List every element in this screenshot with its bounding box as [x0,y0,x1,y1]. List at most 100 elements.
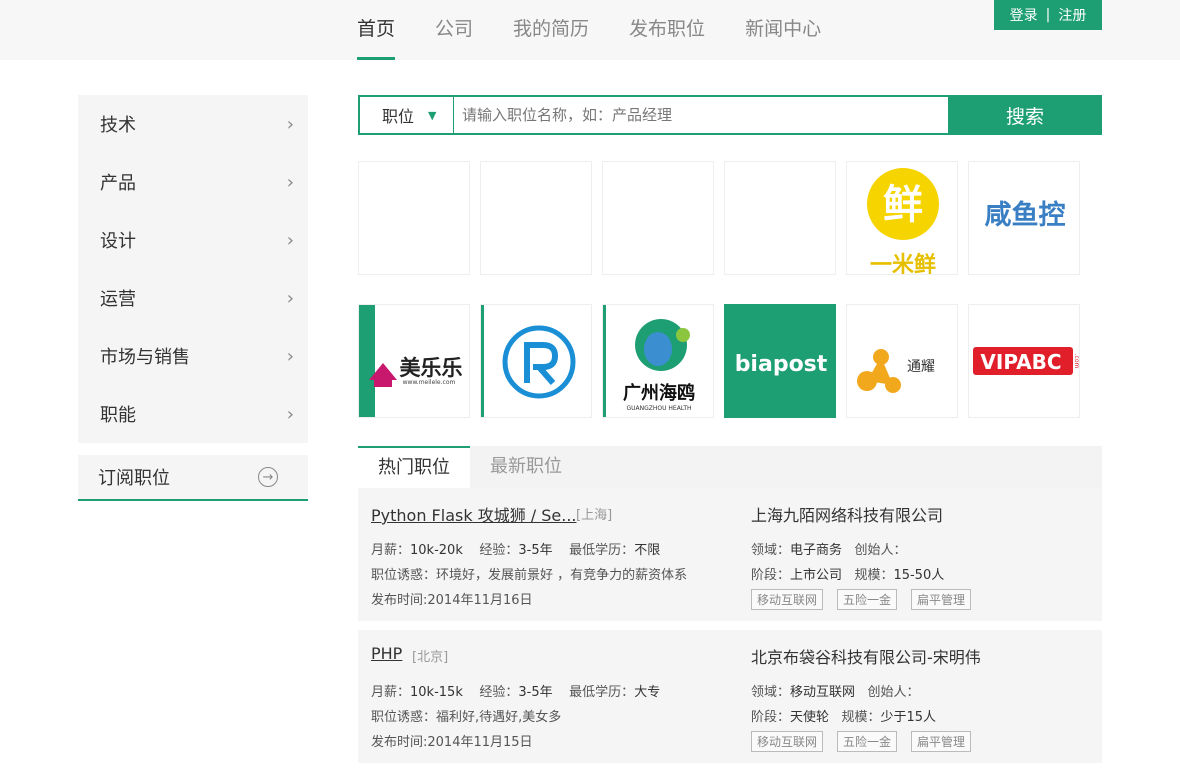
salary-value: 10k-15k [410,685,463,700]
xianyukong-name: 咸鱼控 [985,200,1066,231]
nav-companies[interactable]: 公司 [435,0,473,60]
nav-home[interactable]: 首页 [357,0,396,60]
stage-value: 天使轮 [790,710,830,725]
job-perks: 职位诱惑：福利好,待遇好,美女多 [371,710,562,725]
stage-label: 阶段： [751,710,791,725]
company-logo-empty[interactable] [480,161,592,275]
company-logo-meilele[interactable]: 美乐乐 www.meilele.com [358,304,470,418]
login-link[interactable]: 登录 [1010,5,1038,25]
chevron-right-icon: › [286,229,294,251]
company-logo-xianyukong[interactable]: 咸鱼控 [968,161,1080,275]
job-tabs: 热门职位 最新职位 [358,446,1102,488]
salary-label: 月薪： [371,685,411,700]
company-logo-empty[interactable] [358,161,470,275]
auth-separator: | [1045,7,1051,23]
search-button[interactable]: 搜索 [948,95,1102,135]
job-posted-date: 发布时间:2014年11月16日 [371,593,533,608]
yimixian-name: 一米鲜 [870,253,936,275]
nav-post-job[interactable]: 发布职位 [629,0,705,60]
sidebar-item-product[interactable]: 产品 › [78,153,308,211]
company-tags: 移动互联网 五险一金 扁平管理 [751,589,985,610]
sidebar-item-marketing-sales[interactable]: 市场与销售 › [78,327,308,385]
pr-circle-logo [502,325,576,399]
job-title-link[interactable]: PHP [371,644,402,663]
job-requirements: 月薪：10k-20k 经验：3-5年 最低学历：不限 [371,539,660,558]
salary-label: 月薪： [371,543,411,558]
nav-news[interactable]: 新闻中心 [745,0,821,60]
company-name-link[interactable]: 北京布袋谷科技有限公司-宋明伟 [751,644,981,668]
meilele-name: 美乐乐 [400,356,463,380]
sidebar-item-label: 市场与销售 [100,347,190,368]
company-domain: 领域：移动互联网 创始人： [751,681,919,700]
sidebar-item-design[interactable]: 设计 › [78,211,308,269]
company-logo-tongyao[interactable]: 通耀 [846,304,958,418]
sidebar-item-label: 运营 [100,289,136,310]
company-logo-empty[interactable] [602,161,714,275]
education-value: 不限 [634,543,661,558]
job-title-link[interactable]: Python Flask 攻城狮 / Se... [371,502,577,526]
company-domain: 领域：电子商务 创始人： [751,539,906,558]
main-nav: 首页 公司 我的简历 发布职位 新闻中心 [357,0,861,60]
scale-label: 规模： [841,710,881,725]
yimixian-char: 鲜 [883,182,923,228]
category-sidebar: 技术 › 产品 › 设计 › 运营 › 市场与销售 › 职能 › [78,95,308,443]
auth-box: 登录 | 注册 [994,0,1102,30]
sidebar-item-functions[interactable]: 职能 › [78,385,308,443]
education-label: 最低学历： [569,543,635,558]
company-logo-pr[interactable] [480,304,592,418]
company-logo-yimixian[interactable]: 鲜 一米鲜 [846,161,958,275]
job-city: [北京] [412,650,449,665]
chevron-right-icon: › [286,113,294,135]
scale-value: 15-50人 [893,568,945,583]
sidebar-item-label: 职能 [100,405,136,426]
company-tags: 移动互联网 五险一金 扁平管理 [751,731,985,752]
yimixian-logo: 鲜 一米鲜 [867,168,939,275]
company-logo-guangzhou-haiou[interactable]: 广州海鸥 GUANGZHOU HEALTH [602,304,714,418]
biapost-logo: biapost [735,352,828,377]
nav-my-resume[interactable]: 我的简历 [513,0,589,60]
domain-value: 移动互联网 [790,685,856,700]
tongyao-name: 通耀 [907,359,935,375]
founder-label: 创始人： [867,685,920,700]
vipabc-logo: VIPABC .com [973,347,1079,375]
meilele-url: www.meilele.com [403,379,456,386]
sidebar-item-label: 设计 [100,231,136,252]
scale-value: 少于15人 [880,710,936,725]
company-logo-vipabc[interactable]: VIPABC .com [968,304,1080,418]
tab-hot-jobs[interactable]: 热门职位 [358,446,470,488]
job-posted-date: 发布时间:2014年11月15日 [371,735,533,750]
search-bar: 职位 ▼ 搜索 [358,95,1102,135]
company-stage: 阶段：上市公司 规模：15-50人 [751,564,944,583]
search-type-select[interactable]: 职位 ▼ [358,95,454,135]
company-name-link[interactable]: 上海九陌网络科技有限公司 [751,502,943,526]
guangzhou-haiou-logo: 广州海鸥 GUANGZHOU HEALTH [623,319,695,412]
guangzhou-haiou-en: GUANGZHOU HEALTH [626,405,691,412]
meilele-logo: 美乐乐 www.meilele.com [369,356,463,387]
experience-label: 经验： [479,685,519,700]
company-stage: 阶段：天使轮 规模：少于15人 [751,706,936,725]
sidebar-item-operations[interactable]: 运营 › [78,269,308,327]
chevron-right-icon: › [286,345,294,367]
company-logo-biapost[interactable]: biapost [724,304,836,418]
arrow-circle-icon: → [258,467,278,487]
scale-label: 规模： [854,568,894,583]
company-logo-empty[interactable] [724,161,836,275]
job-card: PHP [北京] 月薪：10k-15k 经验：3-5年 最低学历：大专 职位诱惑… [358,630,1102,763]
search-input[interactable] [454,95,948,135]
tag: 扁平管理 [911,589,972,610]
stage-value: 上市公司 [790,568,843,583]
chevron-right-icon: › [286,403,294,425]
education-label: 最低学历： [569,685,635,700]
subscribe-jobs-button[interactable]: 订阅职位 → [78,455,308,501]
biapost-name: biapost [735,352,828,377]
register-link[interactable]: 注册 [1058,5,1086,25]
sidebar-item-tech[interactable]: 技术 › [78,95,308,153]
caret-down-icon: ▼ [428,108,437,122]
tab-latest-jobs[interactable]: 最新职位 [470,446,582,488]
chevron-right-icon: › [286,287,294,309]
subscribe-label: 订阅职位 [98,468,170,489]
xianyukong-logo: 咸鱼控 [985,200,1066,231]
chevron-right-icon: › [286,171,294,193]
sidebar-item-label: 技术 [100,115,136,136]
job-perks: 职位诱惑：环境好，发展前景好 ，有竞争力的薪资体系 [371,568,688,583]
